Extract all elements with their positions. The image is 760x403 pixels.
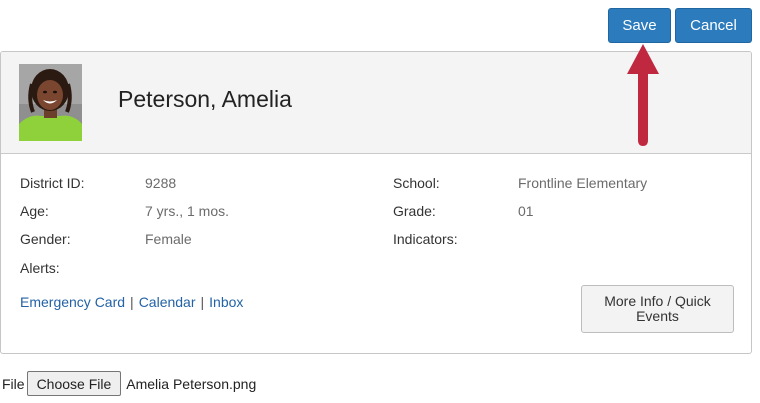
emergency-card-link[interactable]: Emergency Card: [20, 294, 125, 310]
indicators-label: Indicators:: [393, 231, 458, 247]
gender-value: Female: [145, 231, 192, 247]
file-label: File: [2, 375, 25, 392]
student-links: Emergency Card | Calendar | Inbox: [20, 294, 243, 310]
avatar: [19, 64, 82, 141]
grade-value: 01: [518, 203, 534, 219]
link-separator: |: [200, 294, 205, 310]
selected-file-name: Amelia Peterson.png: [126, 375, 257, 392]
link-separator: |: [130, 294, 134, 310]
student-photo-icon: [19, 64, 82, 141]
alerts-label: Alerts:: [20, 260, 60, 276]
age-value: 7 yrs., 1 mos.: [145, 203, 230, 219]
student-name: Peterson, Amelia: [118, 86, 292, 112]
gender-label: Gender:: [20, 231, 71, 247]
choose-file-button[interactable]: Choose File: [26, 371, 122, 396]
file-upload-row: File Choose File Amelia Peterson.png: [2, 370, 256, 397]
cancel-button[interactable]: Cancel: [675, 8, 752, 43]
calendar-link[interactable]: Calendar: [139, 294, 196, 310]
district-id-label: District ID:: [20, 175, 85, 191]
district-id-value: 9288: [145, 175, 177, 191]
school-label: School:: [393, 175, 440, 191]
save-button[interactable]: Save: [608, 8, 671, 43]
arrow-up-icon: [627, 44, 659, 146]
grade-label: Grade:: [393, 203, 436, 219]
more-info-quick-events-button[interactable]: More Info / Quick Events: [581, 285, 734, 333]
inbox-link[interactable]: Inbox: [209, 294, 243, 310]
age-label: Age:: [20, 203, 49, 219]
school-value: Frontline Elementary: [518, 175, 648, 191]
